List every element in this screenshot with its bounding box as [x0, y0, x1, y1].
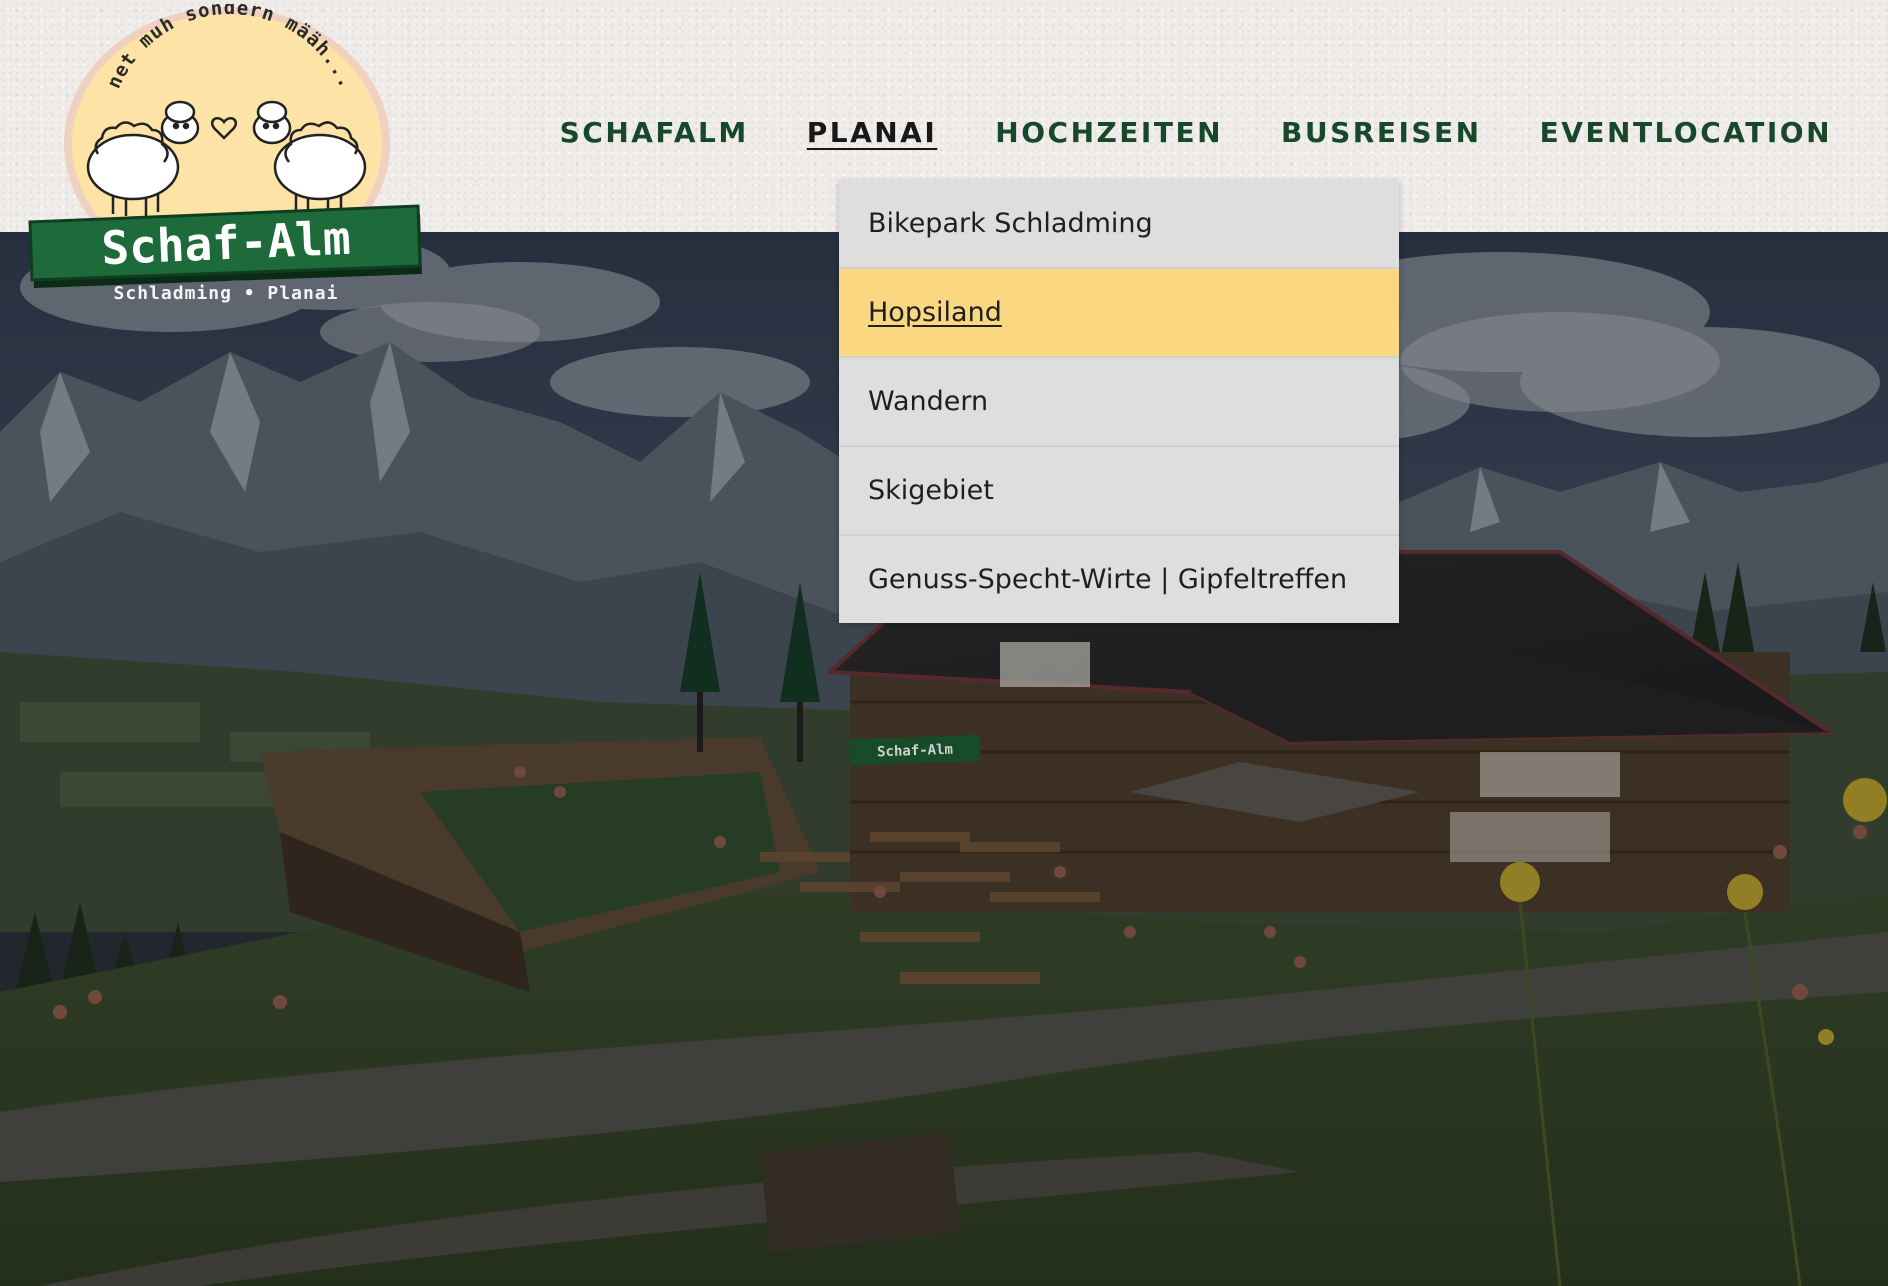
- dropdown-item-wandern[interactable]: Wandern: [839, 358, 1399, 447]
- dropdown-item-hopsiland[interactable]: Hopsiland: [839, 269, 1399, 358]
- nav-item-schafalm[interactable]: SCHAFALM: [560, 110, 749, 156]
- dropdown-item-genuss-specht[interactable]: Genuss-Specht-Wirte | Gipfeltreffen: [839, 536, 1399, 623]
- nav-item-busreisen[interactable]: BUSREISEN: [1281, 110, 1482, 156]
- logo-location: Schladming • Planai: [114, 283, 339, 304]
- nav-item-planai[interactable]: PLANAI: [807, 110, 938, 156]
- site-logo[interactable]: net muh sondern määh... Schaf-Alm Schlad…: [28, 0, 428, 304]
- dropdown-item-bikepark[interactable]: Bikepark Schladming: [839, 180, 1399, 269]
- nav-item-hochzeiten[interactable]: HOCHZEITEN: [995, 110, 1223, 156]
- schaf-alm-logo-image: net muh sondern määh... Schaf-Alm Schlad…: [28, 0, 422, 304]
- dropdown-item-skigebiet[interactable]: Skigebiet: [839, 447, 1399, 536]
- nav-item-eventlocation[interactable]: EVENTLOCATION: [1540, 110, 1832, 156]
- main-nav: SCHAFALM PLANAI HOCHZEITEN BUSREISEN EVE…: [502, 110, 1832, 156]
- planai-dropdown-menu: Bikepark Schladming Hopsiland Wandern Sk…: [839, 180, 1399, 623]
- logo-name: Schaf-Alm: [100, 211, 351, 275]
